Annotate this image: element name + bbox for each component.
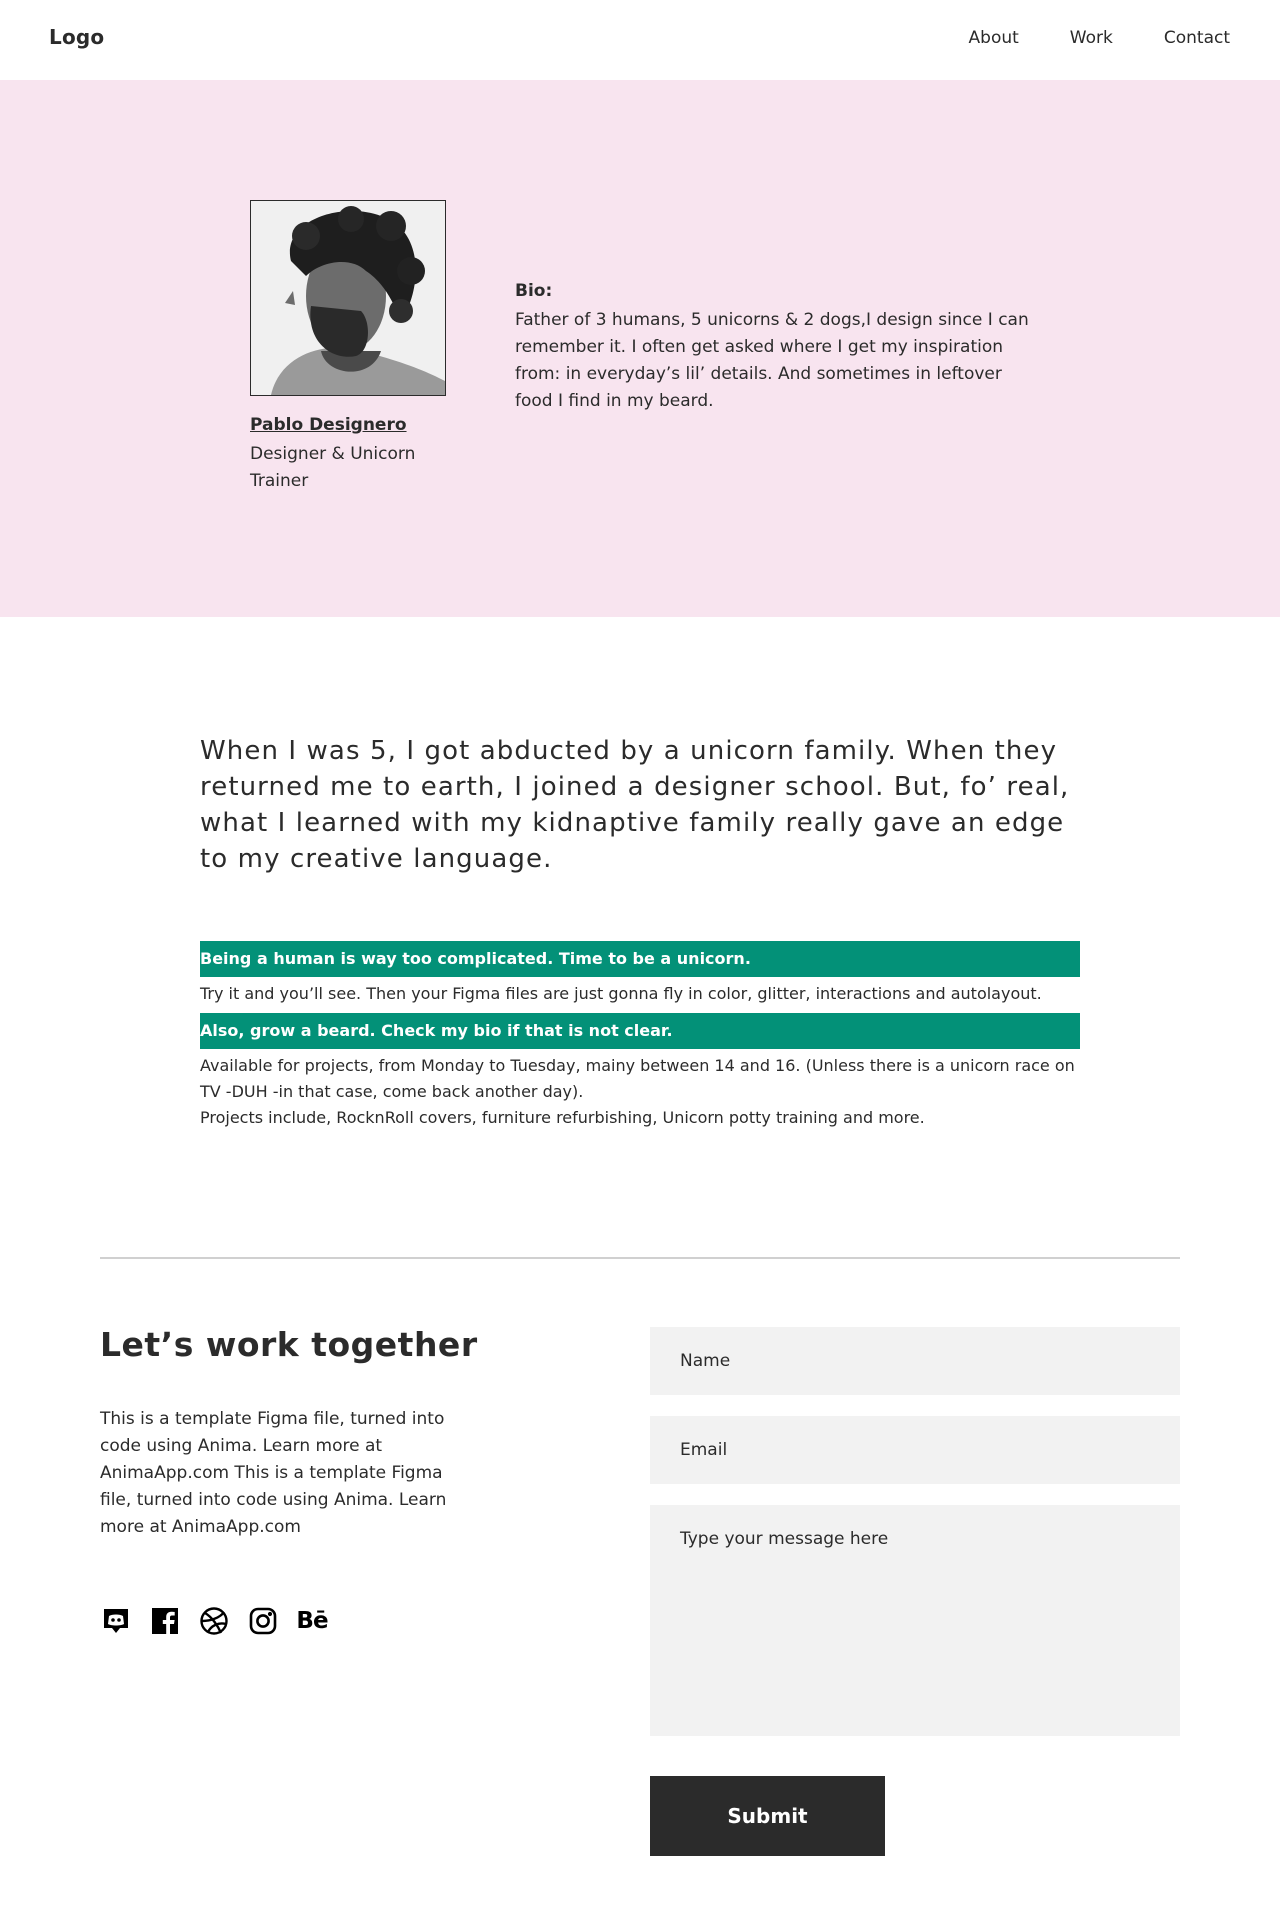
nav-contact[interactable]: Contact xyxy=(1164,28,1230,48)
nav-work[interactable]: Work xyxy=(1070,28,1113,48)
submit-button[interactable]: Submit xyxy=(650,1776,885,1856)
profile-role: Designer & Unicorn Trainer xyxy=(250,444,416,491)
story-paragraph-1: Try it and you’ll see. Then your Figma f… xyxy=(200,984,1042,1003)
availability-text: Available for projects, from Monday to T… xyxy=(200,1056,1075,1101)
bio-text: Father of 3 humans, 5 unicorns & 2 dogs,… xyxy=(515,310,1029,411)
profile-photo xyxy=(250,200,446,396)
main-nav: About Work Contact xyxy=(969,28,1230,48)
hero-section: Pablo Designero Designer & Unicorn Train… xyxy=(0,80,1280,617)
site-header: Logo About Work Contact xyxy=(0,0,1280,80)
discord-icon[interactable] xyxy=(100,1605,132,1637)
section-divider xyxy=(100,1257,1180,1259)
email-input[interactable] xyxy=(650,1416,1180,1484)
dribbble-icon[interactable] xyxy=(198,1605,230,1637)
projects-text: Projects include, RocknRoll covers, furn… xyxy=(200,1108,925,1127)
behance-icon[interactable]: Bē xyxy=(296,1605,328,1637)
instagram-icon[interactable] xyxy=(247,1605,279,1637)
highlight-heading-2: Also, grow a beard. Check my bio if that… xyxy=(200,1013,1080,1049)
logo[interactable]: Logo xyxy=(49,25,104,49)
story-quote: When I was 5, I got abducted by a unicor… xyxy=(200,736,1070,874)
behance-glyph: Bē xyxy=(296,1608,328,1634)
nav-about[interactable]: About xyxy=(969,28,1019,48)
social-links: Bē xyxy=(100,1605,329,1637)
highlight-heading-1: Being a human is way too complicated. Ti… xyxy=(200,941,1080,977)
bio-label: Bio: xyxy=(515,281,553,301)
contact-description: This is a template Figma file, turned in… xyxy=(100,1409,447,1537)
name-input[interactable] xyxy=(650,1327,1180,1395)
contact-title: Let’s work together xyxy=(100,1325,478,1364)
profile-name-link[interactable]: Pablo Designero xyxy=(250,415,407,435)
facebook-icon[interactable] xyxy=(149,1605,181,1637)
story-paragraph-2: Available for projects, from Monday to T… xyxy=(200,1053,1080,1131)
message-textarea[interactable] xyxy=(650,1505,1180,1736)
